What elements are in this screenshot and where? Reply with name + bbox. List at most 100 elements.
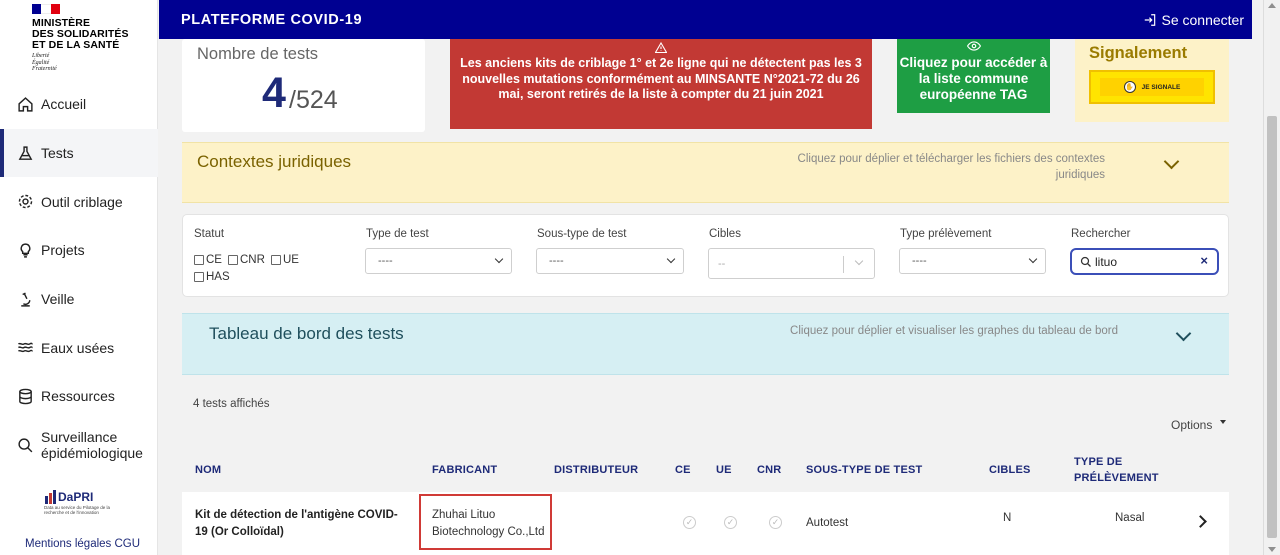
ministry-title: MINISTÈRE DES SOLIDARITÉS ET DE LA SANTÉ bbox=[32, 17, 129, 51]
chevron-right-icon[interactable] bbox=[1194, 515, 1207, 528]
column-header-prelevement[interactable]: TYPE DE PRÉLÈVEMENT bbox=[1074, 454, 1164, 486]
magnifier-icon bbox=[16, 437, 34, 455]
tag-text-a: Cliquez pour accéder à bbox=[899, 55, 1048, 70]
search-value: lituo bbox=[1095, 254, 1118, 269]
je-signale-button[interactable]: ✋ JE SIGNALE bbox=[1089, 70, 1215, 104]
dapri-name: DaPRI bbox=[44, 490, 114, 504]
chevron-down-icon bbox=[854, 256, 864, 266]
column-header-ce[interactable]: CE bbox=[675, 462, 691, 478]
column-header-distributeur[interactable]: DISTRIBUTEUR bbox=[554, 462, 638, 478]
caret-down-icon bbox=[1220, 420, 1227, 424]
checkbox-cnr[interactable]: CNR bbox=[228, 254, 265, 266]
checkbox-box[interactable] bbox=[194, 255, 204, 265]
legal-context-accordion[interactable]: Contextes juridiques Cliquez pour déplie… bbox=[182, 142, 1229, 203]
search-input[interactable]: lituo × bbox=[1070, 248, 1219, 275]
signal-icon: ✋ bbox=[1123, 81, 1136, 93]
column-header-sous-type[interactable]: SOUS-TYPE DE TEST bbox=[806, 462, 922, 478]
dapri-mark-icon bbox=[45, 490, 56, 504]
login-button[interactable]: Se connecter bbox=[1143, 11, 1245, 28]
legal-context-hint: Cliquez pour déplier et télécharger les … bbox=[797, 153, 1105, 181]
column-header-nom[interactable]: NOM bbox=[195, 462, 221, 478]
checkbox-ue[interactable]: UE bbox=[271, 254, 299, 266]
checkbox-ce[interactable]: CE bbox=[194, 254, 222, 266]
page-scrollbar[interactable] bbox=[1263, 0, 1280, 555]
chevron-down-icon bbox=[1175, 325, 1192, 342]
test-count-shown: 4 bbox=[262, 69, 286, 117]
checkbox-box[interactable] bbox=[271, 255, 281, 265]
column-header-cnr[interactable]: CNR bbox=[757, 462, 781, 478]
cibles-multiselect[interactable]: -- bbox=[708, 248, 875, 279]
sidebar-item-label: Eaux usées bbox=[41, 339, 115, 356]
flask-icon bbox=[16, 144, 34, 162]
sidebar-item-projets[interactable]: Projets bbox=[0, 226, 158, 275]
legal-context-title: Contextes juridiques bbox=[197, 152, 352, 171]
sidebar-item-label: Accueil bbox=[41, 96, 87, 113]
database-icon bbox=[16, 387, 34, 405]
sidebar-item-veille[interactable]: Veille bbox=[0, 275, 158, 324]
column-header-ue[interactable]: UE bbox=[716, 462, 732, 478]
type-test-select[interactable]: ---- bbox=[365, 248, 512, 274]
microscope-icon bbox=[16, 290, 34, 308]
sidebar-item-surveillance[interactable]: Surveillance épidémiologique bbox=[0, 421, 158, 483]
column-header-fabricant[interactable]: FABRICANT bbox=[432, 462, 497, 478]
chevron-down-icon bbox=[1028, 254, 1038, 264]
sous-type-cell: Autotest bbox=[806, 517, 849, 529]
bulb-icon bbox=[16, 241, 34, 259]
check-circle-icon: ✓ bbox=[683, 516, 696, 529]
cibles-label: Cibles bbox=[709, 228, 741, 240]
sidebar-item-ressources[interactable]: Ressources bbox=[0, 372, 158, 421]
options-dropdown[interactable]: Options bbox=[1171, 418, 1227, 432]
sidebar: MINISTÈRE DES SOLIDARITÉS ET DE LA SANTÉ… bbox=[0, 0, 158, 555]
chevron-down-icon bbox=[494, 254, 504, 264]
dapri-logo[interactable]: DaPRI Data au service du Pilotage de la … bbox=[44, 490, 114, 515]
dashboard-hint: Cliquez pour déplier et visualiser les g… bbox=[790, 325, 1118, 337]
clear-search-icon[interactable]: × bbox=[1200, 253, 1208, 268]
column-header-cibles[interactable]: CIBLES bbox=[989, 462, 1031, 478]
check-circle-icon: ✓ bbox=[724, 516, 737, 529]
top-header: PLATEFORME COVID-19 Se connecter bbox=[159, 0, 1252, 39]
type-test-label: Type de test bbox=[366, 228, 429, 240]
check-circle-icon: ✓ bbox=[769, 516, 782, 529]
sidebar-item-eaux-usees[interactable]: Eaux usées bbox=[0, 323, 158, 372]
waves-icon bbox=[16, 339, 34, 357]
scroll-thumb[interactable] bbox=[1267, 116, 1277, 538]
alert-text-c: , seront retirés de la liste à compter d… bbox=[519, 87, 824, 101]
sidebar-item-outil-criblage[interactable]: Outil criblage bbox=[0, 177, 158, 226]
sous-type-label: Sous-type de test bbox=[537, 228, 627, 240]
home-icon bbox=[16, 95, 34, 113]
login-icon bbox=[1144, 13, 1155, 26]
results-count: 4 tests affichés bbox=[193, 398, 270, 410]
sous-type-select[interactable]: ---- bbox=[536, 248, 684, 274]
scroll-up-icon[interactable] bbox=[1268, 3, 1276, 8]
gear-icon bbox=[16, 193, 34, 211]
dashboard-accordion[interactable]: Tableau de bord des tests Cliquez pour d… bbox=[182, 313, 1229, 375]
warning-icon bbox=[460, 41, 862, 56]
sidebar-item-accueil[interactable]: Accueil bbox=[0, 80, 158, 129]
login-label: Se connecter bbox=[1161, 11, 1245, 28]
chevron-down-icon bbox=[1163, 153, 1180, 170]
dapri-subtitle: Data au service du Pilotage de la recher… bbox=[44, 505, 111, 515]
search-label: Rechercher bbox=[1071, 228, 1131, 240]
ministry-logo[interactable]: MINISTÈRE DES SOLIDARITÉS ET DE LA SANTÉ… bbox=[32, 4, 152, 73]
signalement-card: Signalement ✋ JE SIGNALE bbox=[1075, 39, 1229, 122]
legal-links[interactable]: Mentions légales CGU bbox=[25, 538, 140, 550]
tag-list-button[interactable]: Cliquez pour accéder à la liste commune … bbox=[897, 39, 1050, 113]
sidebar-item-label: Outil criblage bbox=[41, 193, 123, 210]
sidebar-item-label: Veille bbox=[41, 291, 75, 308]
eye-icon bbox=[897, 41, 1050, 55]
checkbox-box[interactable] bbox=[228, 255, 238, 265]
sidebar-item-label: Ressources bbox=[41, 388, 115, 405]
chevron-down-icon bbox=[666, 254, 676, 264]
alert-banner: Les anciens kits de criblage 1° et 2e li… bbox=[450, 39, 872, 129]
signalement-label: Signalement bbox=[1089, 44, 1188, 62]
sidebar-item-tests[interactable]: Tests bbox=[0, 128, 158, 178]
test-count-label: Nombre de tests bbox=[197, 45, 319, 63]
prelevement-select[interactable]: ---- bbox=[899, 248, 1046, 274]
cibles-cell: N bbox=[1003, 512, 1012, 524]
scroll-down-icon[interactable] bbox=[1268, 547, 1276, 552]
checkbox-has[interactable]: HAS bbox=[194, 271, 230, 283]
table-row[interactable]: Kit de détection de l'antigène COVID-19 … bbox=[182, 492, 1229, 555]
checkbox-box[interactable] bbox=[194, 272, 204, 282]
statut-label: Statut bbox=[194, 228, 225, 240]
prelevement-label: Type prélèvement bbox=[900, 228, 992, 240]
